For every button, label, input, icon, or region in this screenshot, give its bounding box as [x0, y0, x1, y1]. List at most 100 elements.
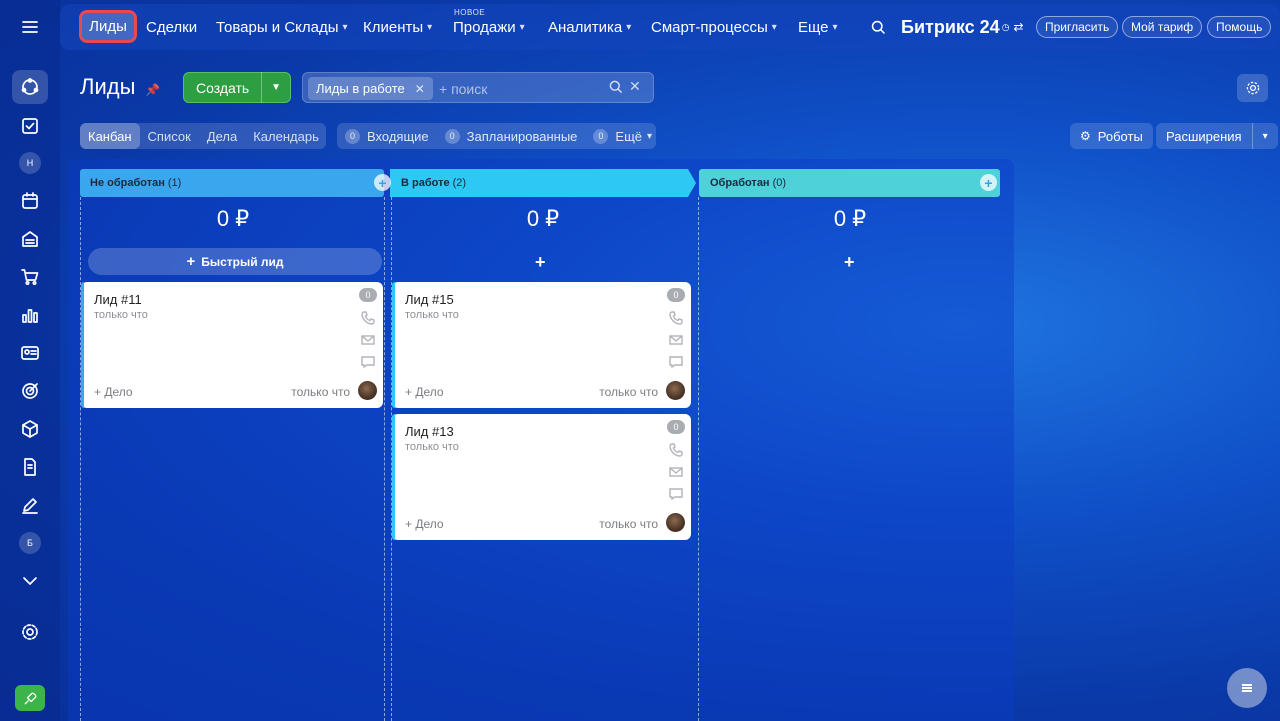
chevron-down-icon[interactable]: ▼	[261, 72, 290, 103]
document-edit-icon[interactable]	[12, 450, 48, 484]
menu-burger-icon[interactable]	[12, 10, 48, 44]
add-activity-link[interactable]: + Дело	[405, 517, 444, 531]
card-time: только что	[599, 385, 658, 399]
counter-incoming[interactable]: 0 Входящие	[345, 128, 429, 144]
chevron-down-icon[interactable]: ▾	[1251, 123, 1278, 149]
analytics-icon[interactable]	[12, 298, 48, 332]
gear-icon[interactable]	[1237, 74, 1268, 102]
contact-card-icon[interactable]	[12, 336, 48, 370]
column-header[interactable]: Обработан (0)	[700, 169, 998, 197]
cart-icon[interactable]	[12, 260, 48, 294]
gear-icon[interactable]	[12, 615, 48, 649]
tariff-button[interactable]: Мой тариф	[1122, 16, 1203, 38]
clock-icon: ◷	[1001, 21, 1010, 32]
extensions-button[interactable]: Расширения ▾	[1156, 123, 1278, 149]
nav-item-sales[interactable]: Продажи ▾	[453, 4, 525, 50]
robot-icon: ⚙	[1080, 129, 1091, 143]
add-card-button[interactable]: +	[844, 252, 855, 273]
target-icon[interactable]	[12, 374, 48, 408]
view-switcher: Канбан Список Дела Календарь	[80, 123, 326, 149]
tasks-icon[interactable]	[12, 109, 48, 143]
robots-button[interactable]: ⚙ Роботы	[1070, 123, 1153, 149]
chevron-down-icon[interactable]	[12, 564, 48, 598]
nav-item-smart-processes[interactable]: Смарт-процессы ▾	[651, 4, 777, 50]
add-activity-link[interactable]: + Дело	[405, 385, 444, 399]
brand-logo[interactable]: Битрикс 24 ◷ ⇄	[901, 4, 1024, 50]
tab-activities[interactable]: Дела	[199, 123, 245, 149]
phone-icon[interactable]	[669, 311, 683, 325]
mail-icon[interactable]	[669, 465, 683, 479]
chevron-down-icon: ▾	[771, 21, 777, 33]
mail-icon[interactable]	[361, 333, 375, 347]
tab-calendar[interactable]: Календарь	[245, 123, 327, 149]
tab-list[interactable]: Список	[140, 123, 199, 149]
clear-icon[interactable]: ✕	[629, 78, 641, 95]
counter-more[interactable]: 0 Ещё ▾	[593, 128, 653, 144]
quick-lead-button[interactable]: + Быстрый лид	[88, 248, 382, 275]
search-icon[interactable]	[870, 4, 887, 50]
chevron-down-icon: ▾	[427, 21, 433, 33]
crm-icon[interactable]	[12, 70, 48, 104]
card-title[interactable]: Лид #11	[94, 292, 142, 307]
help-button[interactable]: Помощь	[1207, 16, 1272, 38]
avatar[interactable]	[666, 381, 685, 400]
pin-icon[interactable]: 📌	[145, 83, 160, 97]
activity-counter-badge: 0	[359, 288, 377, 302]
chat-icon[interactable]	[361, 355, 375, 369]
switch-icon: ⇄	[1013, 20, 1024, 34]
avatar[interactable]	[666, 513, 685, 532]
column-sum: 0 ₽	[833, 206, 867, 231]
page-title: Лиды	[80, 74, 136, 99]
filter-search-box[interactable]: Лиды в работе ✕ ✕	[302, 72, 654, 103]
add-column-icon[interactable]: +	[374, 174, 391, 191]
invite-button[interactable]: Пригласить	[1036, 16, 1119, 38]
search-input[interactable]	[439, 77, 599, 100]
activity-counter-badge: 0	[667, 420, 685, 434]
chevron-down-icon: ▾	[832, 21, 838, 33]
card-title[interactable]: Лид #13	[405, 424, 454, 439]
sidebar-letter-b[interactable]: Б	[12, 526, 48, 560]
counter-planned[interactable]: 0 Запланированные	[444, 128, 577, 144]
create-button[interactable]: Создать ▼	[183, 72, 291, 103]
nav-item-clients[interactable]: Клиенты ▾	[363, 4, 432, 50]
avatar[interactable]	[358, 381, 377, 400]
chat-menu-icon[interactable]	[1227, 668, 1267, 708]
column-divider	[80, 197, 81, 721]
tab-kanban[interactable]: Канбан	[80, 123, 140, 149]
column-header[interactable]: В работе (2)	[391, 169, 691, 197]
card-title[interactable]: Лид #15	[405, 292, 454, 307]
card-time: только что	[291, 385, 350, 399]
mail-icon[interactable]	[669, 333, 683, 347]
chat-icon[interactable]	[669, 355, 683, 369]
nav-item-analytics[interactable]: Аналитика ▾	[548, 4, 631, 50]
card-time: только что	[599, 517, 658, 531]
add-card-button[interactable]: +	[535, 252, 546, 273]
add-column-icon[interactable]: +	[980, 174, 997, 191]
filter-chip[interactable]: Лиды в работе ✕	[308, 77, 433, 100]
phone-icon[interactable]	[361, 311, 375, 325]
warehouse-icon[interactable]	[12, 222, 48, 256]
nav-item-more[interactable]: Еще ▾	[798, 4, 838, 50]
nav-item-leads[interactable]: Лиды	[79, 10, 137, 43]
chat-icon[interactable]	[669, 487, 683, 501]
calendar-icon[interactable]	[12, 184, 48, 218]
lead-card[interactable]: Лид #11 только что 0 + Дело только что	[81, 282, 383, 408]
box-icon[interactable]	[12, 412, 48, 446]
phone-icon[interactable]	[669, 443, 683, 457]
card-subtitle: только что	[405, 309, 459, 321]
search-icon[interactable]	[608, 79, 624, 98]
close-icon[interactable]: ✕	[415, 82, 425, 96]
add-activity-link[interactable]: + Дело	[94, 385, 133, 399]
rocket-icon[interactable]	[15, 685, 45, 711]
card-stripe	[392, 282, 395, 408]
nav-item-products[interactable]: Товары и Склады ▾	[216, 4, 348, 50]
column-sum: 0 ₽	[216, 206, 250, 231]
chevron-down-icon: ▾	[647, 130, 653, 142]
column-divider	[698, 197, 699, 721]
nav-item-deals[interactable]: Сделки	[146, 4, 197, 50]
lead-card[interactable]: Лид #13 только что 0 + Дело только что	[392, 414, 691, 540]
pen-icon[interactable]	[12, 488, 48, 522]
sidebar-letter-n[interactable]: Н	[12, 146, 48, 180]
lead-card[interactable]: Лид #15 только что 0 + Дело только что	[392, 282, 691, 408]
column-header[interactable]: Не обработан (1)	[80, 169, 380, 197]
